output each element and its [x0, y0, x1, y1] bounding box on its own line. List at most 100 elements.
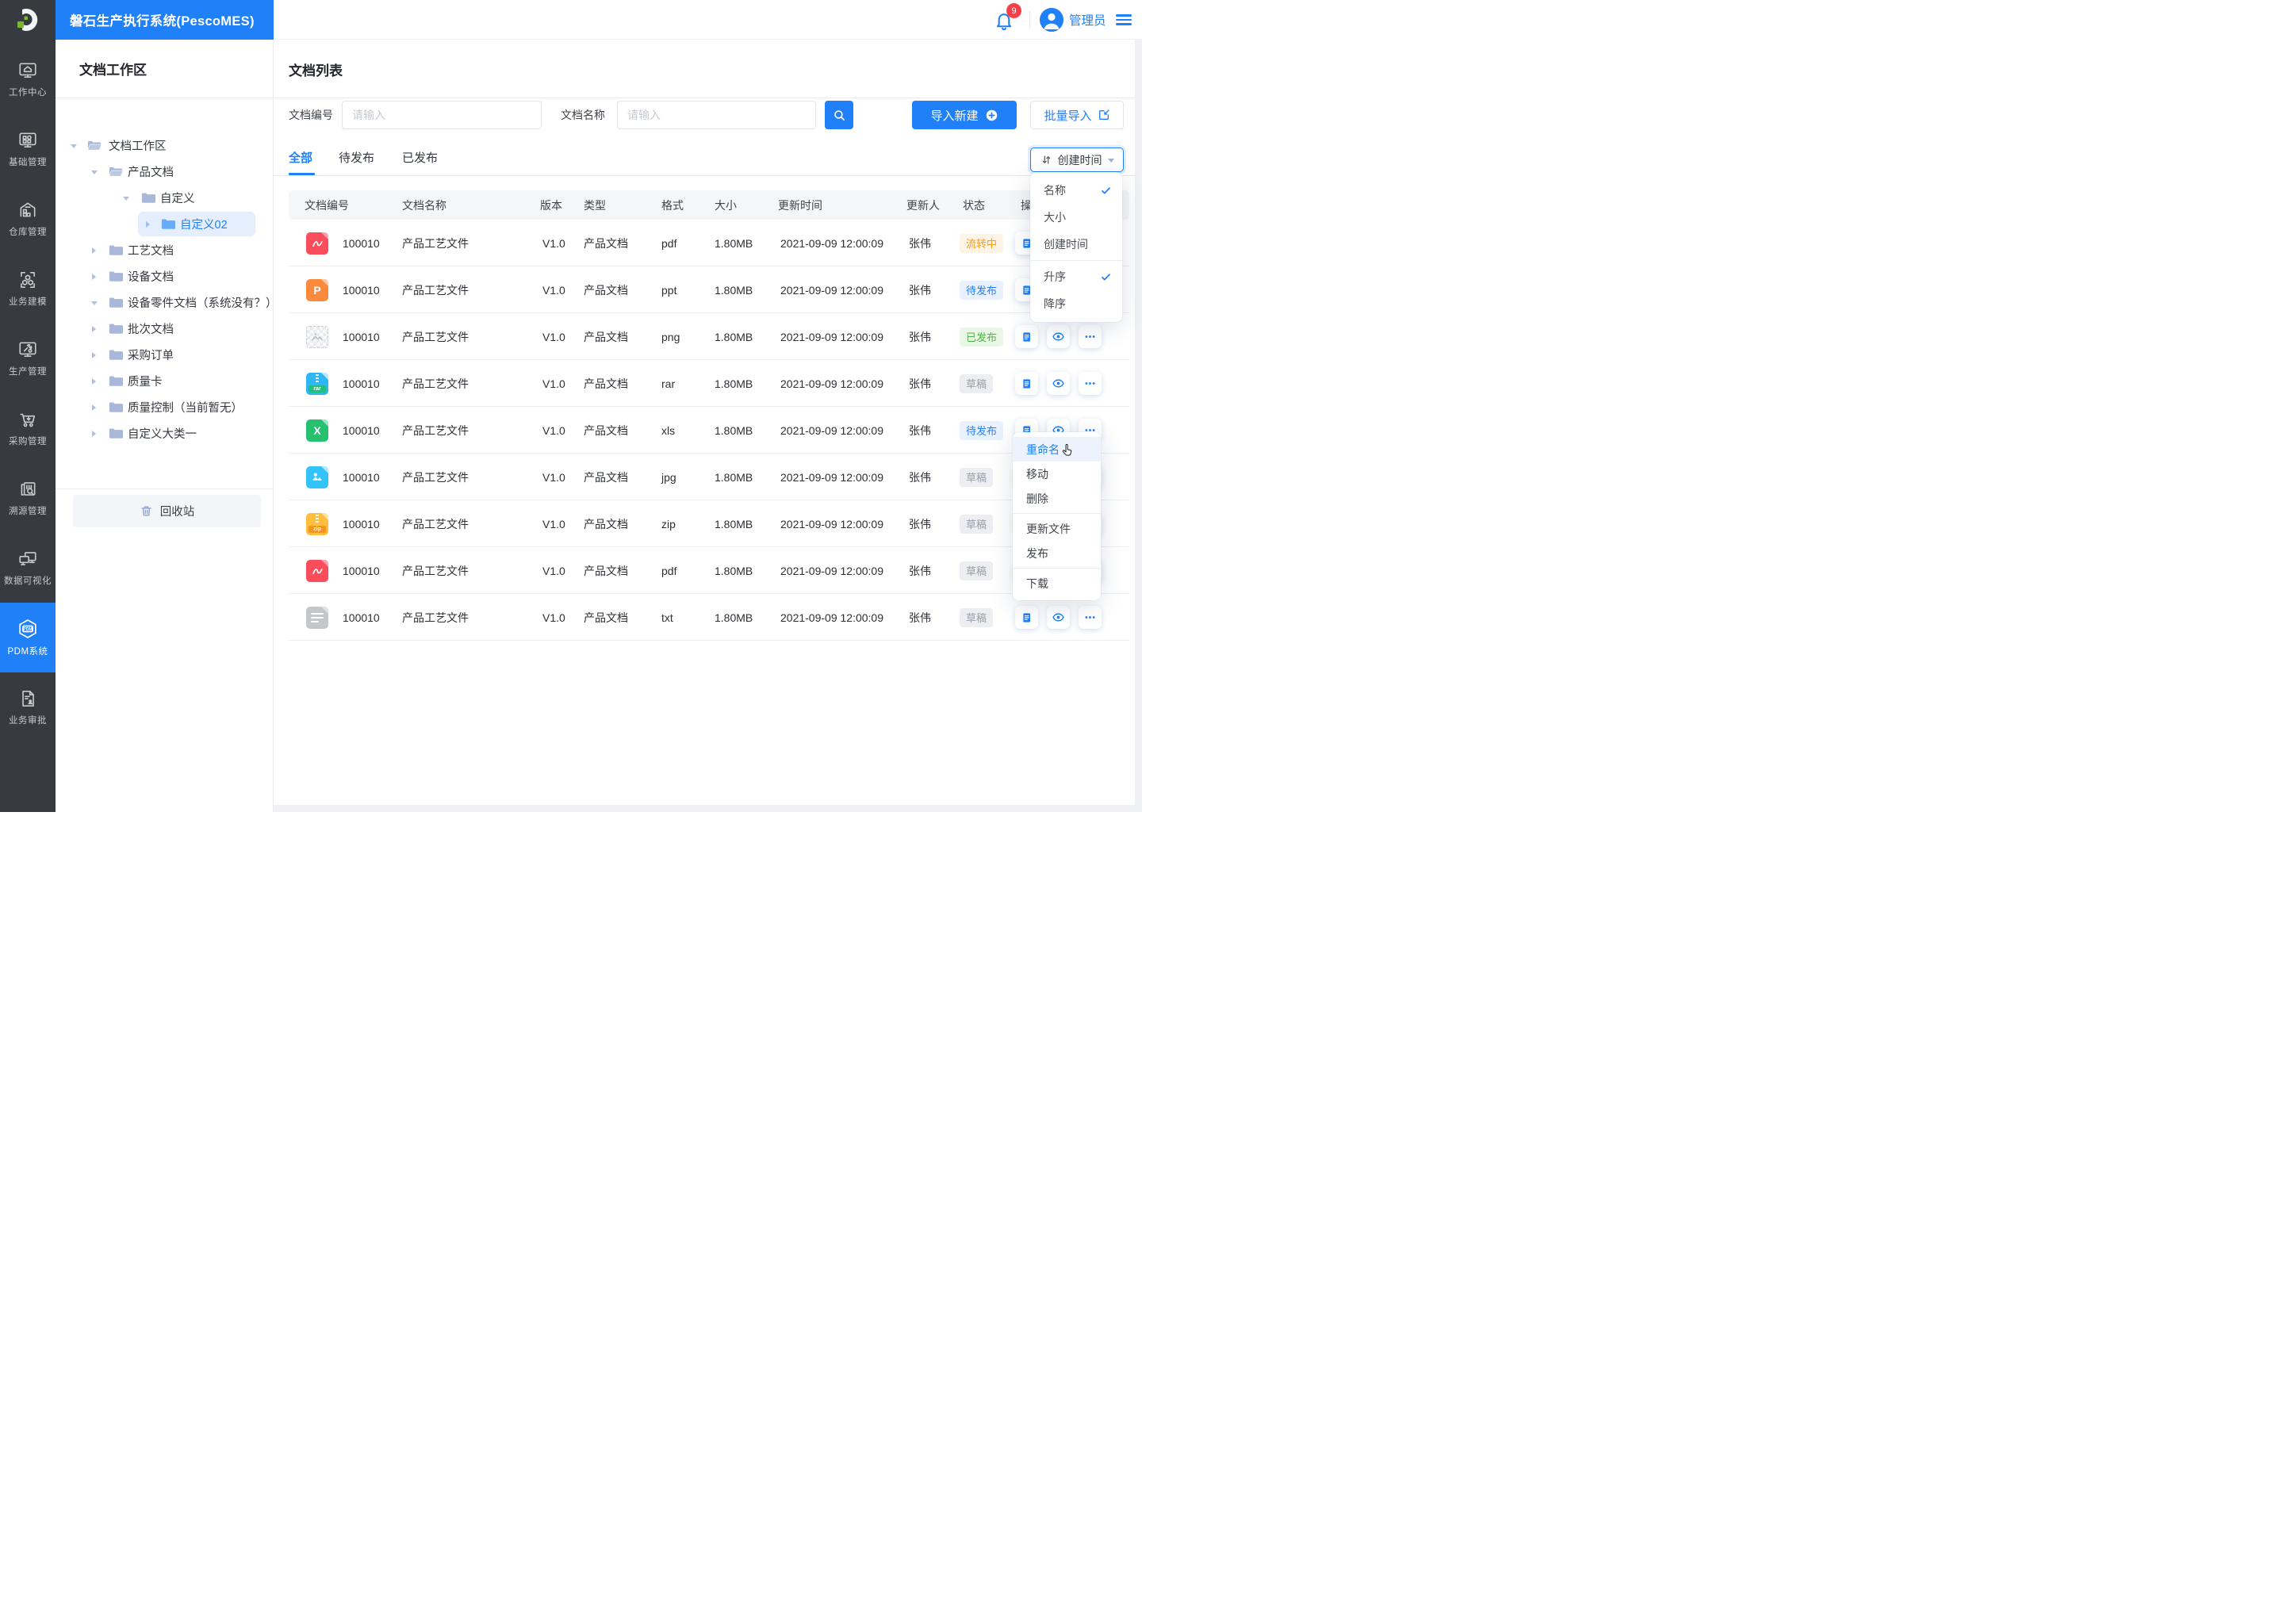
table-row[interactable]: 100010 产品工艺文件 V1.0 产品文档 pdf 1.80MB 2021-… — [289, 220, 1129, 266]
sort-button-label: 创建时间 — [1057, 153, 1102, 167]
sort-order-ascending[interactable]: 升序 — [1030, 263, 1122, 290]
import-new-button[interactable]: 导入新建 — [912, 101, 1017, 129]
sidebar-item-workcenter[interactable]: 工作中心 — [0, 44, 56, 114]
horizontal-scrollbar[interactable] — [274, 805, 1142, 812]
avatar[interactable] — [1040, 8, 1063, 32]
brand-bar: 磐石生产执行系统(PescoMES) — [56, 0, 274, 40]
tree-panel-header: 文档工作区 — [56, 40, 274, 98]
folder-icon — [109, 376, 123, 386]
search-button[interactable] — [825, 101, 853, 129]
sidebar-item-label: PDM系统 — [7, 647, 48, 657]
tree-item-quality-control[interactable]: 质量控制（当前暂无） — [56, 394, 274, 420]
sidebar-item-basic-management[interactable]: 基础管理 — [0, 114, 56, 184]
vertical-scrollbar[interactable] — [1135, 40, 1142, 812]
sidebar-nav: 工作中心 基础管理 仓库管理 业务建模 生产管理 采购管理 溯源管理 数据可视化… — [0, 44, 56, 742]
app-screen: 工作中心 基础管理 仓库管理 业务建模 生产管理 采购管理 溯源管理 数据可视化… — [0, 0, 1142, 812]
search-icon — [834, 109, 845, 121]
preview-eye-button[interactable] — [1047, 372, 1070, 395]
caret-down-icon[interactable] — [91, 170, 98, 174]
context-menu-move[interactable]: 移动 — [1013, 462, 1101, 486]
table-row[interactable]: X 100010 产品工艺文件 V1.0 产品文档 xls 1.80MB 202… — [289, 407, 1129, 454]
context-menu-publish[interactable]: 发布 — [1013, 541, 1101, 565]
doc-no-input[interactable] — [342, 101, 542, 129]
tree-item-process-docs[interactable]: 工艺文档 — [56, 237, 274, 263]
tree-item-label: 质量卡 — [128, 376, 163, 389]
tab-all[interactable]: 全部 — [289, 149, 312, 173]
sort-option-size[interactable]: 大小 — [1030, 204, 1122, 231]
preview-eye-button[interactable] — [1047, 606, 1070, 629]
preview-eye-button[interactable] — [1047, 325, 1070, 348]
table-row[interactable]: rar 100010 产品工艺文件 V1.0 产品文档 rar 1.80MB 2… — [289, 360, 1129, 407]
tree-item-custom-category-one[interactable]: 自定义大类一 — [56, 420, 274, 446]
table-row[interactable]: P 100010 产品工艺文件 V1.0 产品文档 ppt 1.80MB 202… — [289, 266, 1129, 313]
more-actions-button[interactable] — [1079, 372, 1102, 395]
sort-order-descending[interactable]: 降序 — [1030, 290, 1122, 317]
tree-item-equipment-parts-docs[interactable]: 设备零件文档（系统没有？） — [56, 289, 278, 316]
procurement-cart-icon — [17, 409, 38, 430]
status-badge: 草稿 — [960, 373, 994, 393]
tab-pending-publish[interactable]: 待发布 — [339, 149, 374, 173]
sidebar-item-label: 业务建模 — [9, 297, 47, 307]
tree-item-doc-workspace[interactable]: 文档工作区 — [56, 132, 274, 159]
sidebar-item-business-modeling[interactable]: 业务建模 — [0, 254, 56, 324]
context-menu-download[interactable]: 下载 — [1013, 571, 1101, 596]
doc-detail-button[interactable] — [1015, 325, 1038, 348]
caret-right-icon[interactable] — [92, 351, 96, 358]
sidebar-item-business-approval[interactable]: 业务审批 — [0, 672, 56, 742]
sidebar-item-data-visualization[interactable]: 数据可视化 — [0, 533, 56, 603]
hamburger-menu-icon[interactable] — [1116, 14, 1132, 25]
context-menu-rename[interactable]: 重命名 — [1013, 437, 1101, 462]
table-row[interactable]: 100010 产品工艺文件 V1.0 产品文档 txt 1.80MB 2021-… — [289, 594, 1129, 641]
table-row[interactable]: 100010 产品工艺文件 V1.0 产品文档 png 1.80MB 2021-… — [289, 313, 1129, 360]
caret-down-icon[interactable] — [71, 144, 77, 148]
caret-down-icon[interactable] — [91, 301, 98, 305]
sidebar-item-warehouse[interactable]: 仓库管理 — [0, 184, 56, 254]
ppt-file-icon: P — [306, 278, 328, 301]
table-row[interactable]: zip 100010 产品工艺文件 V1.0 产品文档 zip 1.80MB 2… — [289, 500, 1129, 547]
user-name[interactable]: 管理员 — [1069, 0, 1106, 40]
col-updated: 更新时间 — [778, 198, 822, 212]
more-actions-button[interactable] — [1079, 325, 1102, 348]
tree-item-quality-card[interactable]: 质量卡 — [56, 368, 274, 394]
sidebar-item-traceability-management[interactable]: 溯源管理 — [0, 463, 56, 533]
page-title: 文档列表 — [289, 63, 343, 79]
caret-down-icon[interactable] — [123, 196, 129, 201]
more-actions-button[interactable] — [1079, 606, 1102, 629]
doc-detail-button[interactable] — [1015, 606, 1038, 629]
folder-icon — [109, 271, 123, 282]
tree-item-custom02-selected[interactable]: 自定义02 — [56, 211, 274, 237]
folder-icon-selected — [161, 219, 175, 229]
tree-item-equipment-docs[interactable]: 设备文档 — [56, 263, 274, 289]
sidebar-item-label: 工作中心 — [9, 88, 47, 98]
tab-published[interactable]: 已发布 — [402, 149, 438, 173]
jpg-file-icon — [306, 465, 328, 488]
sort-dropdown-button[interactable]: 创建时间 — [1030, 147, 1124, 172]
recycle-bin-button[interactable]: 回收站 — [73, 495, 261, 527]
doc-name-input[interactable] — [617, 101, 816, 129]
caret-right-icon[interactable] — [146, 220, 150, 228]
txt-file-icon — [306, 606, 328, 629]
tree-item-purchase-orders[interactable]: 采购订单 — [56, 342, 274, 368]
col-doc-name: 文档名称 — [402, 198, 446, 212]
context-menu-delete[interactable]: 删除 — [1013, 486, 1101, 511]
table-row[interactable]: 100010 产品工艺文件 V1.0 产品文档 pdf 1.80MB 2021-… — [289, 547, 1129, 594]
tree-item-product-docs[interactable]: 产品文档 — [56, 159, 274, 185]
caret-right-icon[interactable] — [92, 430, 96, 437]
table-row[interactable]: 100010 产品工艺文件 V1.0 产品文档 jpg 1.80MB 2021-… — [289, 454, 1129, 500]
app-logo[interactable] — [0, 0, 56, 40]
caret-right-icon[interactable] — [92, 325, 96, 332]
caret-right-icon[interactable] — [92, 247, 96, 254]
context-menu-update-file[interactable]: 更新文件 — [1013, 516, 1101, 541]
sidebar-item-pdm-system[interactable]: PDM PDM系统 — [0, 603, 56, 672]
caret-right-icon[interactable] — [92, 377, 96, 385]
tree-item-custom[interactable]: 自定义 — [56, 185, 274, 211]
caret-right-icon[interactable] — [92, 404, 96, 411]
sidebar-item-production-management[interactable]: 生产管理 — [0, 324, 56, 393]
sort-option-name[interactable]: 名称 — [1030, 177, 1122, 204]
caret-right-icon[interactable] — [92, 273, 96, 280]
sort-option-create-time[interactable]: 创建时间 — [1030, 231, 1122, 258]
tree-item-batch-docs[interactable]: 批次文档 — [56, 316, 274, 342]
doc-detail-button[interactable] — [1015, 372, 1038, 395]
sidebar-item-procurement-management[interactable]: 采购管理 — [0, 393, 56, 463]
batch-import-button[interactable]: 批量导入 — [1030, 101, 1124, 129]
